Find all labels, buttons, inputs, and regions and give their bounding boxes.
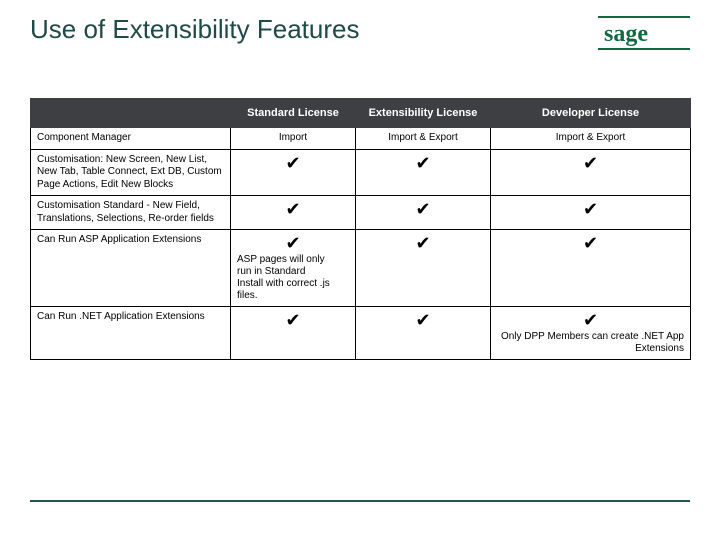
cell-developer: Import & Export — [491, 128, 691, 150]
sage-logo: sage — [598, 16, 690, 50]
cell-standard: ✔ — [231, 306, 356, 359]
cell-extensibility: ✔ — [356, 230, 491, 307]
check-icon: ✔ — [237, 200, 349, 220]
footer-divider — [30, 500, 690, 502]
check-icon: ✔ — [362, 200, 484, 220]
cell-extensibility: ✔ — [356, 196, 491, 230]
check-icon: ✔ — [237, 154, 349, 174]
cell-developer: ✔ — [491, 149, 691, 196]
cell-feature: Customisation: New Screen, New List, New… — [31, 149, 231, 196]
cell-note: Only DPP Members can create .NET App Ext… — [497, 331, 684, 355]
check-icon: ✔ — [362, 311, 484, 331]
cell-standard: Import — [231, 128, 356, 150]
feature-table: Standard License Extensibility License D… — [30, 98, 690, 360]
table-header-row: Standard License Extensibility License D… — [31, 99, 691, 128]
table-row: Can Run .NET Application Extensions ✔ ✔ … — [31, 306, 691, 359]
table-row: Customisation: New Screen, New List, New… — [31, 149, 691, 196]
table-row: Customisation Standard - New Field, Tran… — [31, 196, 691, 230]
cell-feature: Customisation Standard - New Field, Tran… — [31, 196, 231, 230]
cell-developer: ✔ — [491, 230, 691, 307]
check-icon: ✔ — [237, 234, 349, 254]
cell-feature: Can Run .NET Application Extensions — [31, 306, 231, 359]
table-row: Can Run ASP Application Extensions ✔ ASP… — [31, 230, 691, 307]
cell-feature: Can Run ASP Application Extensions — [31, 230, 231, 307]
col-extensibility: Extensibility License — [356, 99, 491, 128]
cell-extensibility: ✔ — [356, 306, 491, 359]
cell-extensibility: Import & Export — [356, 128, 491, 150]
cell-standard: ✔ ASP pages will only run in Standard In… — [231, 230, 356, 307]
check-icon: ✔ — [237, 311, 349, 331]
check-icon: ✔ — [497, 200, 684, 220]
table-row: Component Manager Import Import & Export… — [31, 128, 691, 150]
cell-standard: ✔ — [231, 149, 356, 196]
check-icon: ✔ — [362, 234, 484, 254]
col-developer: Developer License — [491, 99, 691, 128]
cell-developer: ✔ Only DPP Members can create .NET App E… — [491, 306, 691, 359]
cell-developer: ✔ — [491, 196, 691, 230]
cell-standard: ✔ — [231, 196, 356, 230]
cell-extensibility: ✔ — [356, 149, 491, 196]
page-title: Use of Extensibility Features — [30, 14, 359, 45]
slide: Use of Extensibility Features sage Stand… — [0, 0, 720, 540]
cell-note: ASP pages will only run in Standard Inst… — [237, 254, 332, 302]
col-feature — [31, 99, 231, 128]
cell-feature: Component Manager — [31, 128, 231, 150]
check-icon: ✔ — [497, 311, 684, 331]
logo-text: sage — [604, 21, 648, 47]
check-icon: ✔ — [362, 154, 484, 174]
check-icon: ✔ — [497, 234, 684, 254]
col-standard: Standard License — [231, 99, 356, 128]
check-icon: ✔ — [497, 154, 684, 174]
